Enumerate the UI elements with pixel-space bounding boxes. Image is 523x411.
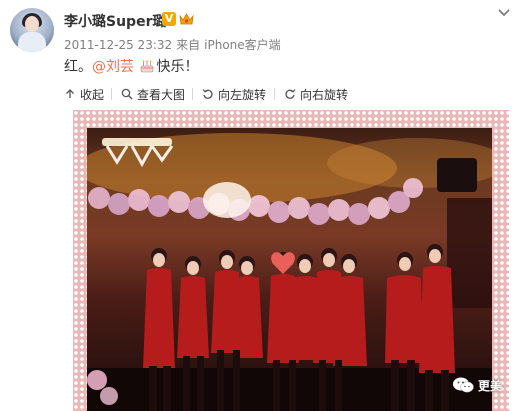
cake-emoji-icon bbox=[141, 60, 154, 73]
content-text-before: 红。 bbox=[64, 59, 92, 75]
chevron-down-icon[interactable] bbox=[497, 8, 511, 18]
post-content: 红。@刘芸 快乐！ bbox=[64, 56, 198, 76]
collapse-button[interactable]: 收起 bbox=[64, 86, 104, 102]
rotate-left-icon bbox=[202, 89, 213, 99]
weibo-post: 李小璐Super璐 V 2011-12-25 23:32 来自 iPhone客户端 … bbox=[0, 0, 523, 411]
post-photo[interactable] bbox=[87, 128, 492, 411]
watermark-label: 更美 bbox=[478, 378, 503, 393]
post-meta: 2011-12-25 23:32 来自 iPhone客户端 bbox=[64, 36, 285, 53]
wechat-icon bbox=[453, 377, 474, 393]
avatar[interactable] bbox=[10, 8, 54, 52]
rotate-right-icon bbox=[285, 89, 296, 99]
collapse-label: 收起 bbox=[80, 87, 105, 102]
rotate-right-button[interactable]: 向右旋转 bbox=[284, 86, 348, 102]
content-text-after: 快乐！ bbox=[156, 59, 199, 75]
user-name-link[interactable]: 李小璐Super璐 bbox=[64, 11, 166, 31]
source-prefix: 来自 bbox=[176, 38, 201, 52]
rotate-left-label: 向左旋转 bbox=[218, 87, 267, 102]
mention-link[interactable]: @刘芸 bbox=[92, 59, 134, 75]
crown-icon[interactable] bbox=[179, 12, 194, 26]
magnify-icon bbox=[121, 88, 133, 100]
source-link[interactable]: iPhone客户端 bbox=[204, 38, 281, 52]
verified-badge-icon[interactable]: V bbox=[162, 12, 176, 26]
wechat-watermark: 更美 bbox=[452, 376, 502, 394]
rotate-right-label: 向右旋转 bbox=[300, 87, 349, 102]
timestamp-link[interactable]: 2011-12-25 23:32 bbox=[64, 38, 172, 52]
collapse-arrow-icon bbox=[66, 89, 74, 98]
rotate-left-button[interactable]: 向左旋转 bbox=[202, 86, 266, 102]
view-large-label: 查看大图 bbox=[137, 87, 186, 102]
view-large-button[interactable]: 查看大图 bbox=[121, 86, 185, 102]
